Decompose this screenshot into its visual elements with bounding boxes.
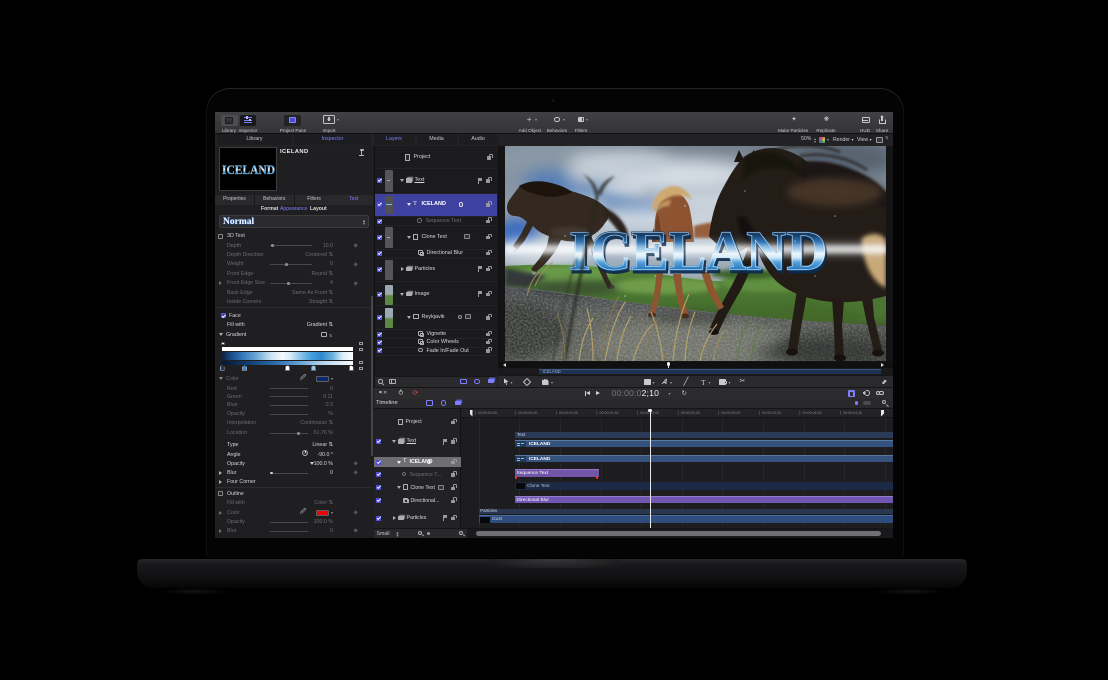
svg-text:ICELAND: ICELAND	[222, 162, 275, 177]
